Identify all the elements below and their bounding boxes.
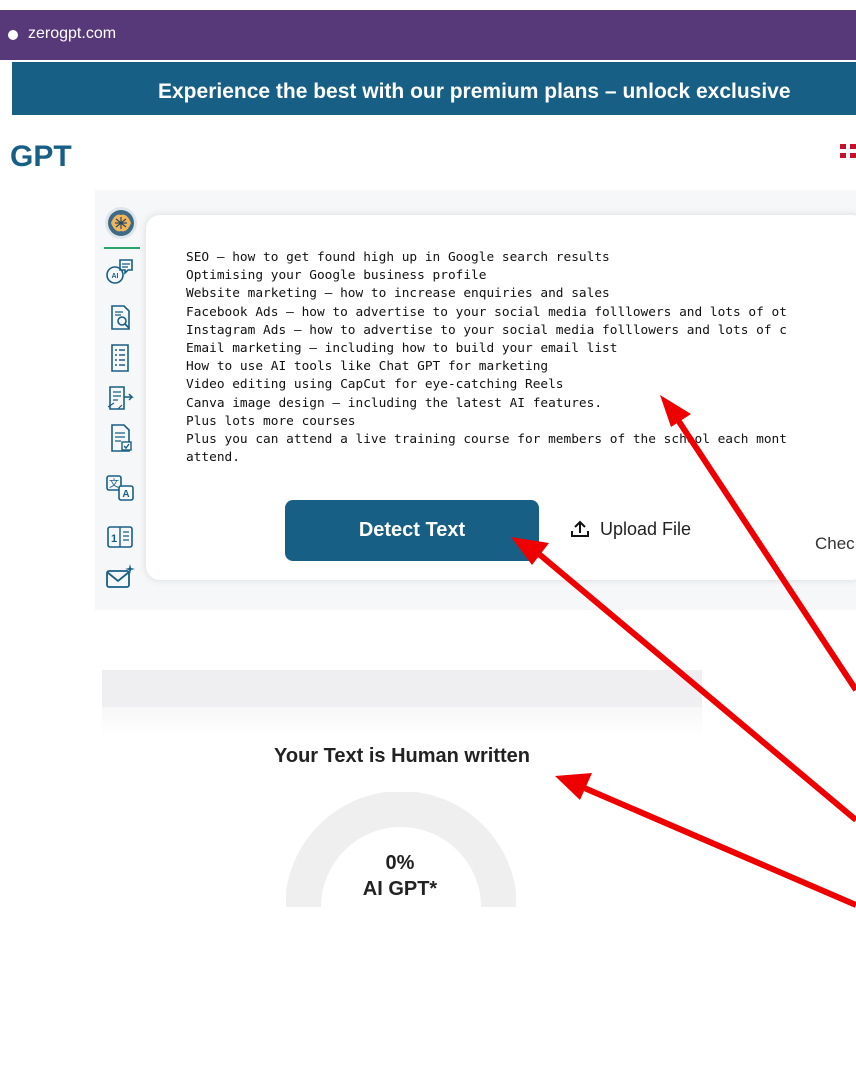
annotation-arrows	[511, 395, 856, 908]
annotation-arrow-result	[555, 773, 856, 908]
annotation-arrow-editor	[660, 395, 856, 692]
